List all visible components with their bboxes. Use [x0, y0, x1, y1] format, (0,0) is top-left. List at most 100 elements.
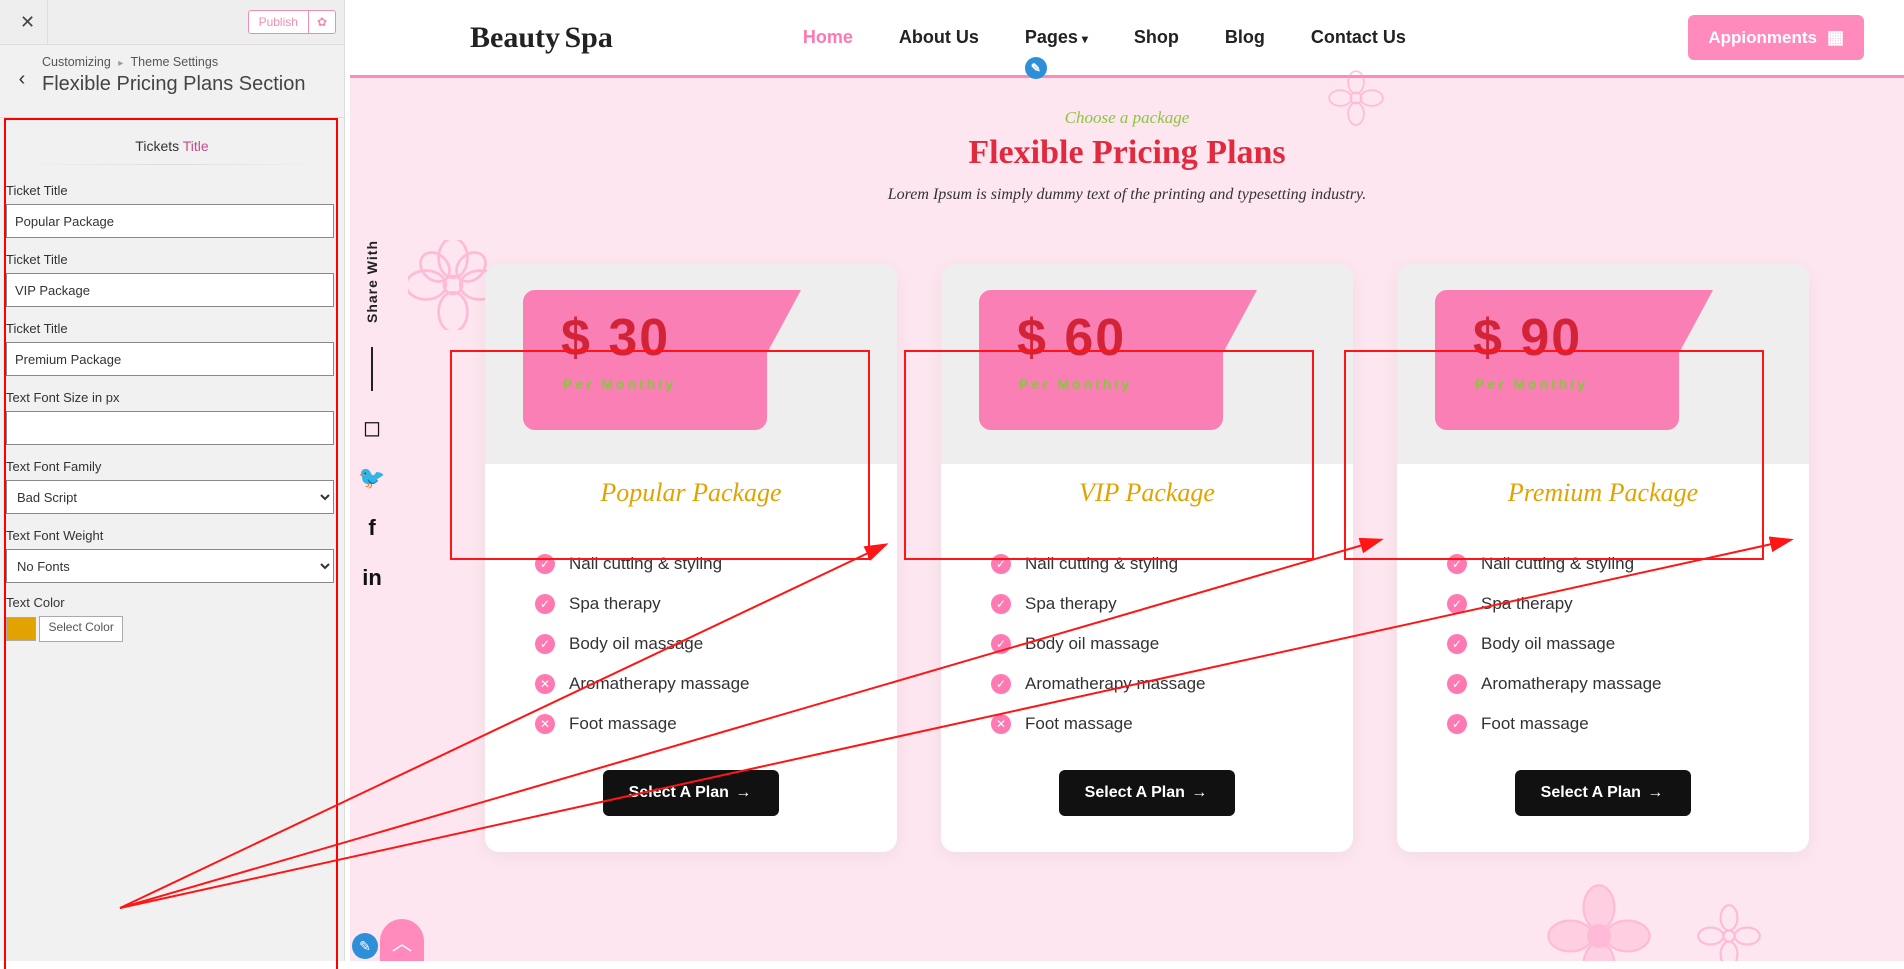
feature-item: ✓Spa therapy [991, 584, 1303, 624]
nav-shop[interactable]: Shop [1134, 27, 1179, 48]
select-font-weight[interactable]: No Fonts [6, 549, 334, 583]
feature-text: Spa therapy [1481, 594, 1573, 614]
check-icon: ✓ [535, 634, 555, 654]
pricing-cards-row: $ 30 Per Monthly Popular Package ✓Nail c… [350, 214, 1904, 852]
section-heading-b: Title [183, 138, 209, 154]
pricing-card-vip: $ 60 Per Monthly VIP Package ✓Nail cutti… [941, 264, 1353, 852]
field-text-color: Text Color Select Color [0, 589, 344, 648]
crumb-sep-icon: ▸ [118, 58, 123, 69]
site-topnav: Beauty Spa Home About Us Pages Shop Blog… [350, 0, 1904, 75]
nav-blog[interactable]: Blog [1225, 27, 1265, 48]
scroll-to-top-button[interactable]: ︿ [380, 919, 424, 961]
feature-item: ✓Body oil massage [991, 624, 1303, 664]
input-font-size[interactable] [6, 411, 334, 445]
flower-icon [1694, 901, 1764, 961]
appointments-button[interactable]: Appionments ▦ [1688, 15, 1864, 60]
price-period: Per Monthly [1435, 368, 1679, 392]
card-title: Popular Package [485, 478, 897, 508]
select-plan-button[interactable]: Select A Plan [1059, 770, 1236, 816]
feature-item: ✓Nail cutting & styling [535, 544, 847, 584]
nav-home[interactable]: Home [803, 27, 853, 48]
feature-text: Nail cutting & styling [569, 554, 722, 574]
sidebar-body: Tickets Title Ticket Title Ticket Title … [0, 118, 344, 969]
card-title: Premium Package [1397, 478, 1809, 508]
check-icon: ✓ [1447, 674, 1467, 694]
label-font-size: Text Font Size in px [6, 390, 334, 405]
price-value: $ 90 [1435, 290, 1679, 368]
color-swatch[interactable] [6, 617, 36, 641]
site-logo[interactable]: Beauty Spa [470, 24, 613, 52]
check-icon: ✓ [991, 634, 1011, 654]
feature-item: ✓Body oil massage [1447, 624, 1759, 664]
input-ticket-title-2[interactable] [6, 273, 334, 307]
field-ticket-title-3: Ticket Title [0, 313, 344, 382]
feature-text: Aromatherapy massage [569, 674, 749, 694]
logo-main: Beauty [470, 21, 560, 54]
edit-shortcut-icon[interactable]: ✎ [1025, 57, 1047, 79]
check-icon: ✓ [991, 594, 1011, 614]
nav-contact[interactable]: Contact Us [1311, 27, 1406, 48]
features-list: ✓Nail cutting & styling ✓ Spa therapy ✓ Bo… [485, 508, 897, 744]
input-ticket-title-1[interactable] [6, 204, 334, 238]
sidebar-header-text: Customizing ▸ Theme Settings Flexible Pr… [36, 55, 332, 96]
select-color-button[interactable]: Select Color [39, 616, 122, 642]
label-font-weight: Text Font Weight [6, 528, 334, 543]
hero-title: Flexible Pricing Plans [350, 134, 1904, 172]
back-button[interactable]: ‹ [8, 55, 36, 103]
feature-item: ✓ Spa therapy [1447, 584, 1759, 624]
publish-button[interactable]: Publish [249, 11, 308, 33]
customizer-sidebar: ✕ Publish ✿ ‹ Customizing ▸ Theme Settin… [0, 0, 345, 961]
feature-item: ✓ Aromatherapy massage [1447, 664, 1759, 704]
check-icon: ✓ [1447, 634, 1467, 654]
section-heading: Tickets Title [0, 118, 344, 164]
calendar-icon: ▦ [1827, 27, 1844, 48]
feature-text: Aromatherapy massage [1481, 674, 1661, 694]
pricing-card-premium: $ 90 Per Monthly Premium Package ✓Nail c… [1397, 264, 1809, 852]
feature-item: ✓ Body oil massage [535, 624, 847, 664]
feature-text: Body oil massage [569, 634, 703, 654]
field-ticket-title-1: Ticket Title [0, 175, 344, 244]
select-plan-button[interactable]: Select A Plan [1515, 770, 1692, 816]
price-tag: $ 30 Per Monthly [523, 290, 767, 430]
hero-description: Lorem Ipsum is simply dummy text of the … [350, 186, 1904, 204]
field-font-weight: Text Font Weight No Fonts [0, 520, 344, 589]
select-font-family[interactable]: Bad Script [6, 480, 334, 514]
nav-pages[interactable]: Pages [1025, 27, 1088, 48]
card-top: $ 60 Per Monthly [941, 264, 1353, 464]
check-icon: ✓ [991, 554, 1011, 574]
publish-settings-button[interactable]: ✿ [308, 11, 335, 33]
cross-icon: ✕ [535, 714, 555, 734]
main-nav: Home About Us Pages Shop Blog Contact Us… [803, 27, 1406, 48]
crumb-theme-settings: Theme Settings [131, 55, 219, 69]
select-plan-button[interactable]: Select A Plan [603, 770, 780, 816]
feature-text: Spa therapy [569, 594, 661, 614]
field-ticket-title-2: Ticket Title [0, 244, 344, 313]
label-text-color: Text Color [6, 595, 334, 610]
input-ticket-title-3[interactable] [6, 342, 334, 376]
check-icon: ✓ [991, 674, 1011, 694]
pricing-hero: Choose a package Flexible Pricing Plans … [350, 78, 1904, 214]
nav-about[interactable]: About Us [899, 27, 979, 48]
price-tag: $ 90 Per Monthly [1435, 290, 1679, 430]
check-icon: ✓ [1447, 594, 1467, 614]
feature-item: ✕Foot massage [991, 704, 1303, 744]
section-divider [20, 164, 324, 165]
feature-text: Foot massage [1481, 714, 1589, 734]
hero-subtitle: Choose a package [1065, 108, 1190, 128]
site-preview: Beauty Spa Home About Us Pages Shop Blog… [350, 0, 1904, 961]
card-title: VIP Package [941, 478, 1353, 508]
card-top: $ 90 Per Monthly [1397, 264, 1809, 464]
field-font-family: Text Font Family Bad Script [0, 451, 344, 520]
logo-sub: Spa [564, 21, 612, 54]
close-customizer-button[interactable]: ✕ [8, 0, 48, 45]
feature-text: Aromatherapy massage [1025, 674, 1205, 694]
price-period: Per Monthly [979, 368, 1223, 392]
sidebar-header: ‹ Customizing ▸ Theme Settings Flexible … [0, 45, 344, 118]
edit-shortcut-icon[interactable]: ✎ [352, 933, 378, 959]
breadcrumb: Customizing ▸ Theme Settings [42, 55, 332, 69]
flower-icon [1544, 881, 1654, 961]
feature-item: ✓Nail cutting & styling [991, 544, 1303, 584]
feature-item: ✓ Aromatherapy massage [991, 664, 1303, 704]
label-ticket-title-1: Ticket Title [6, 183, 334, 198]
feature-item: ✓Foot massage [1447, 704, 1759, 744]
